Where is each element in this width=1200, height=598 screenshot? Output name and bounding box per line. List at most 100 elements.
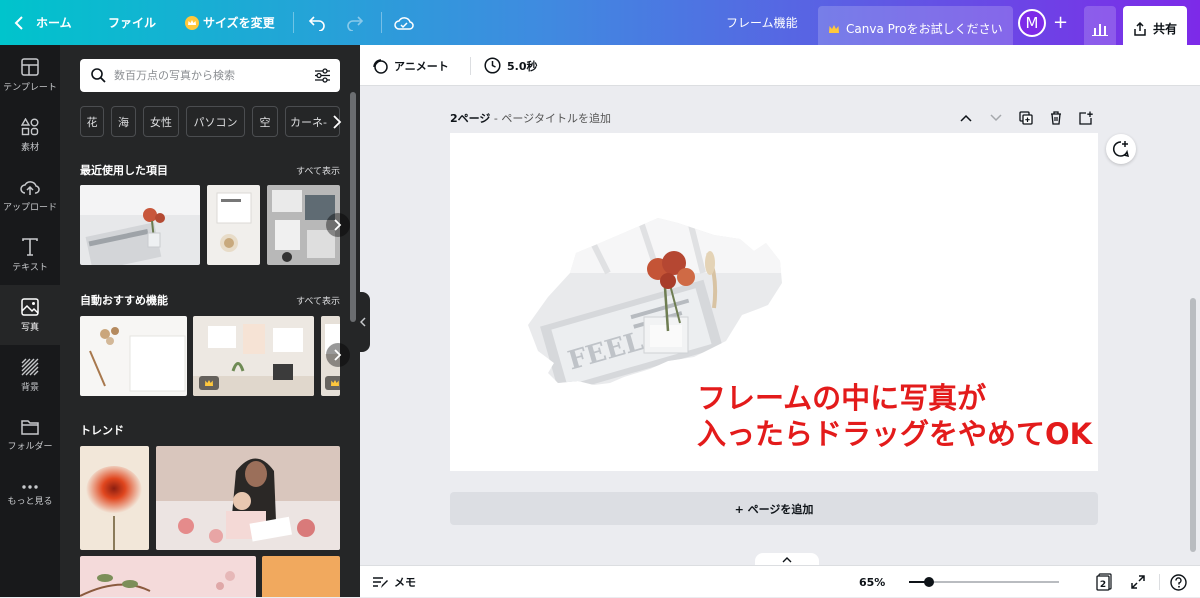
chip-sky[interactable]: 空 [252,106,278,137]
caption-line-1: フレームの中に写真が [697,381,987,415]
duration-button[interactable]: 5.0秒 [484,45,538,86]
page-number: 2ページ [450,112,491,125]
background-icon [21,358,39,375]
collapse-panel-button[interactable] [356,292,370,352]
rail-item-uploads[interactable]: アップロード [0,165,60,225]
chip-pc[interactable]: パソコン [186,106,245,137]
undo-button[interactable] [308,0,326,45]
help-button[interactable] [1170,566,1187,598]
redo-icon [347,15,364,31]
comment-add-icon [1112,141,1130,158]
auto-next-button[interactable] [326,343,350,367]
avatar[interactable]: M [1018,0,1046,45]
filter-icon[interactable] [314,68,331,83]
text-icon [22,237,38,256]
avatar-circle: M [1018,8,1046,37]
rail-item-more[interactable]: もっと見る [0,465,60,525]
crown-icon [829,24,839,33]
design-title-label: フレーム機能 [726,16,798,30]
chip-sea[interactable]: 海 [111,106,136,137]
rail-item-templates[interactable]: テンプレート [0,45,60,105]
chevron-up-icon [960,114,972,122]
recent-next-button[interactable] [326,213,350,237]
chevron-right-icon [334,219,342,231]
upload-icon [20,180,40,195]
rail-item-photos[interactable]: 写真 [0,285,60,345]
resize-button[interactable]: サイズを変更 [185,0,275,45]
rail-label: テキスト [12,262,48,273]
file-label: ファイル [108,16,157,30]
folder-icon [21,419,39,435]
undo-icon [308,15,325,31]
fullscreen-button[interactable] [1131,566,1145,598]
plus-icon: + [1053,12,1069,33]
chevron-left-icon [360,317,366,327]
page-up-button[interactable] [957,109,975,127]
auto-photo-wall[interactable] [193,316,314,396]
search-input[interactable] [114,67,304,84]
recent-title: 最近使用した項目 [80,164,168,177]
trend-photo-flower[interactable] [80,446,149,550]
pages-icon: 2 [1096,573,1112,591]
chip-flower[interactable]: 花 [80,106,104,137]
redo-button[interactable] [346,0,364,45]
side-rail: テンプレート 素材 アップロード テキスト 写真 背景 フォルダー もっと見る [0,45,60,597]
page-count: 2 [1100,580,1106,590]
design-title[interactable]: フレーム機能 [726,0,798,45]
chevron-up-icon [782,556,792,562]
rail-item-background[interactable]: 背景 [0,345,60,405]
zoom-value[interactable]: 65% [859,566,885,598]
page-down-button[interactable] [987,109,1005,127]
duration-label: 5.0秒 [507,59,538,73]
duplicate-icon [1019,111,1033,125]
editor-scrollbar[interactable] [1190,298,1196,552]
recent-see-all[interactable]: すべて表示 [296,164,340,177]
animate-label: アニメート [394,59,449,73]
page-title[interactable]: 2ページ - ページタイトルを追加 [450,110,611,126]
panel-scrollbar[interactable] [350,92,356,322]
rail-item-elements[interactable]: 素材 [0,105,60,165]
file-menu[interactable]: ファイル [108,0,156,45]
zoom-label: 65% [859,575,886,589]
pro-badge [199,376,219,390]
chevron-right-icon[interactable] [332,115,342,129]
notes-label: メモ [394,576,416,589]
caption-line-2: 入ったらドラッグをやめてOK [697,417,1093,451]
chip-woman[interactable]: 女性 [143,106,179,137]
page-count-button[interactable]: 2 [1096,566,1112,598]
home-label: ホーム [36,16,72,30]
template-icon [21,57,39,76]
animate-button[interactable]: アニメート [372,45,449,86]
notes-button[interactable]: メモ [372,566,416,598]
more-icon [22,484,38,489]
auto-see-all[interactable]: すべて表示 [296,294,340,307]
trend-photo-orange[interactable] [262,556,340,597]
frame-with-photo[interactable]: FEEL [518,213,788,393]
cloud-save-status[interactable] [394,0,414,45]
rail-label: もっと見る [7,496,53,507]
add-comment-button[interactable] [1106,134,1136,164]
editor-toolbar: アニメート 5.0秒 [360,45,1200,86]
recent-photo-flowers[interactable] [80,185,200,265]
zoom-slider-knob[interactable] [923,577,934,587]
recent-photo-magazine[interactable] [207,185,260,265]
rail-item-folders[interactable]: フォルダー [0,405,60,465]
design-canvas[interactable]: FEEL フレームの中に写真が 入ったらドラッグをやめてOK [450,133,1098,471]
rail-label: テンプレート [3,82,57,93]
delete-page-button[interactable] [1047,109,1065,127]
bar-chart-icon [1092,23,1108,36]
divider [470,57,471,75]
trend-photo-mother-child[interactable] [156,446,340,550]
share-label: 共有 [1153,22,1178,36]
trend-photo-branches[interactable] [80,556,256,597]
home-button[interactable]: ホーム [14,0,72,45]
duplicate-page-button[interactable] [1017,109,1035,127]
add-page-button[interactable]: + ページを追加 [450,492,1098,525]
add-member-button[interactable]: + [1053,0,1068,45]
search-icon [91,68,106,83]
rail-item-text[interactable]: テキスト [0,225,60,285]
crown-icon [331,380,339,386]
add-page-after-button[interactable] [1077,109,1095,127]
help-icon [1170,573,1187,591]
auto-photo-stationery[interactable] [80,316,187,396]
